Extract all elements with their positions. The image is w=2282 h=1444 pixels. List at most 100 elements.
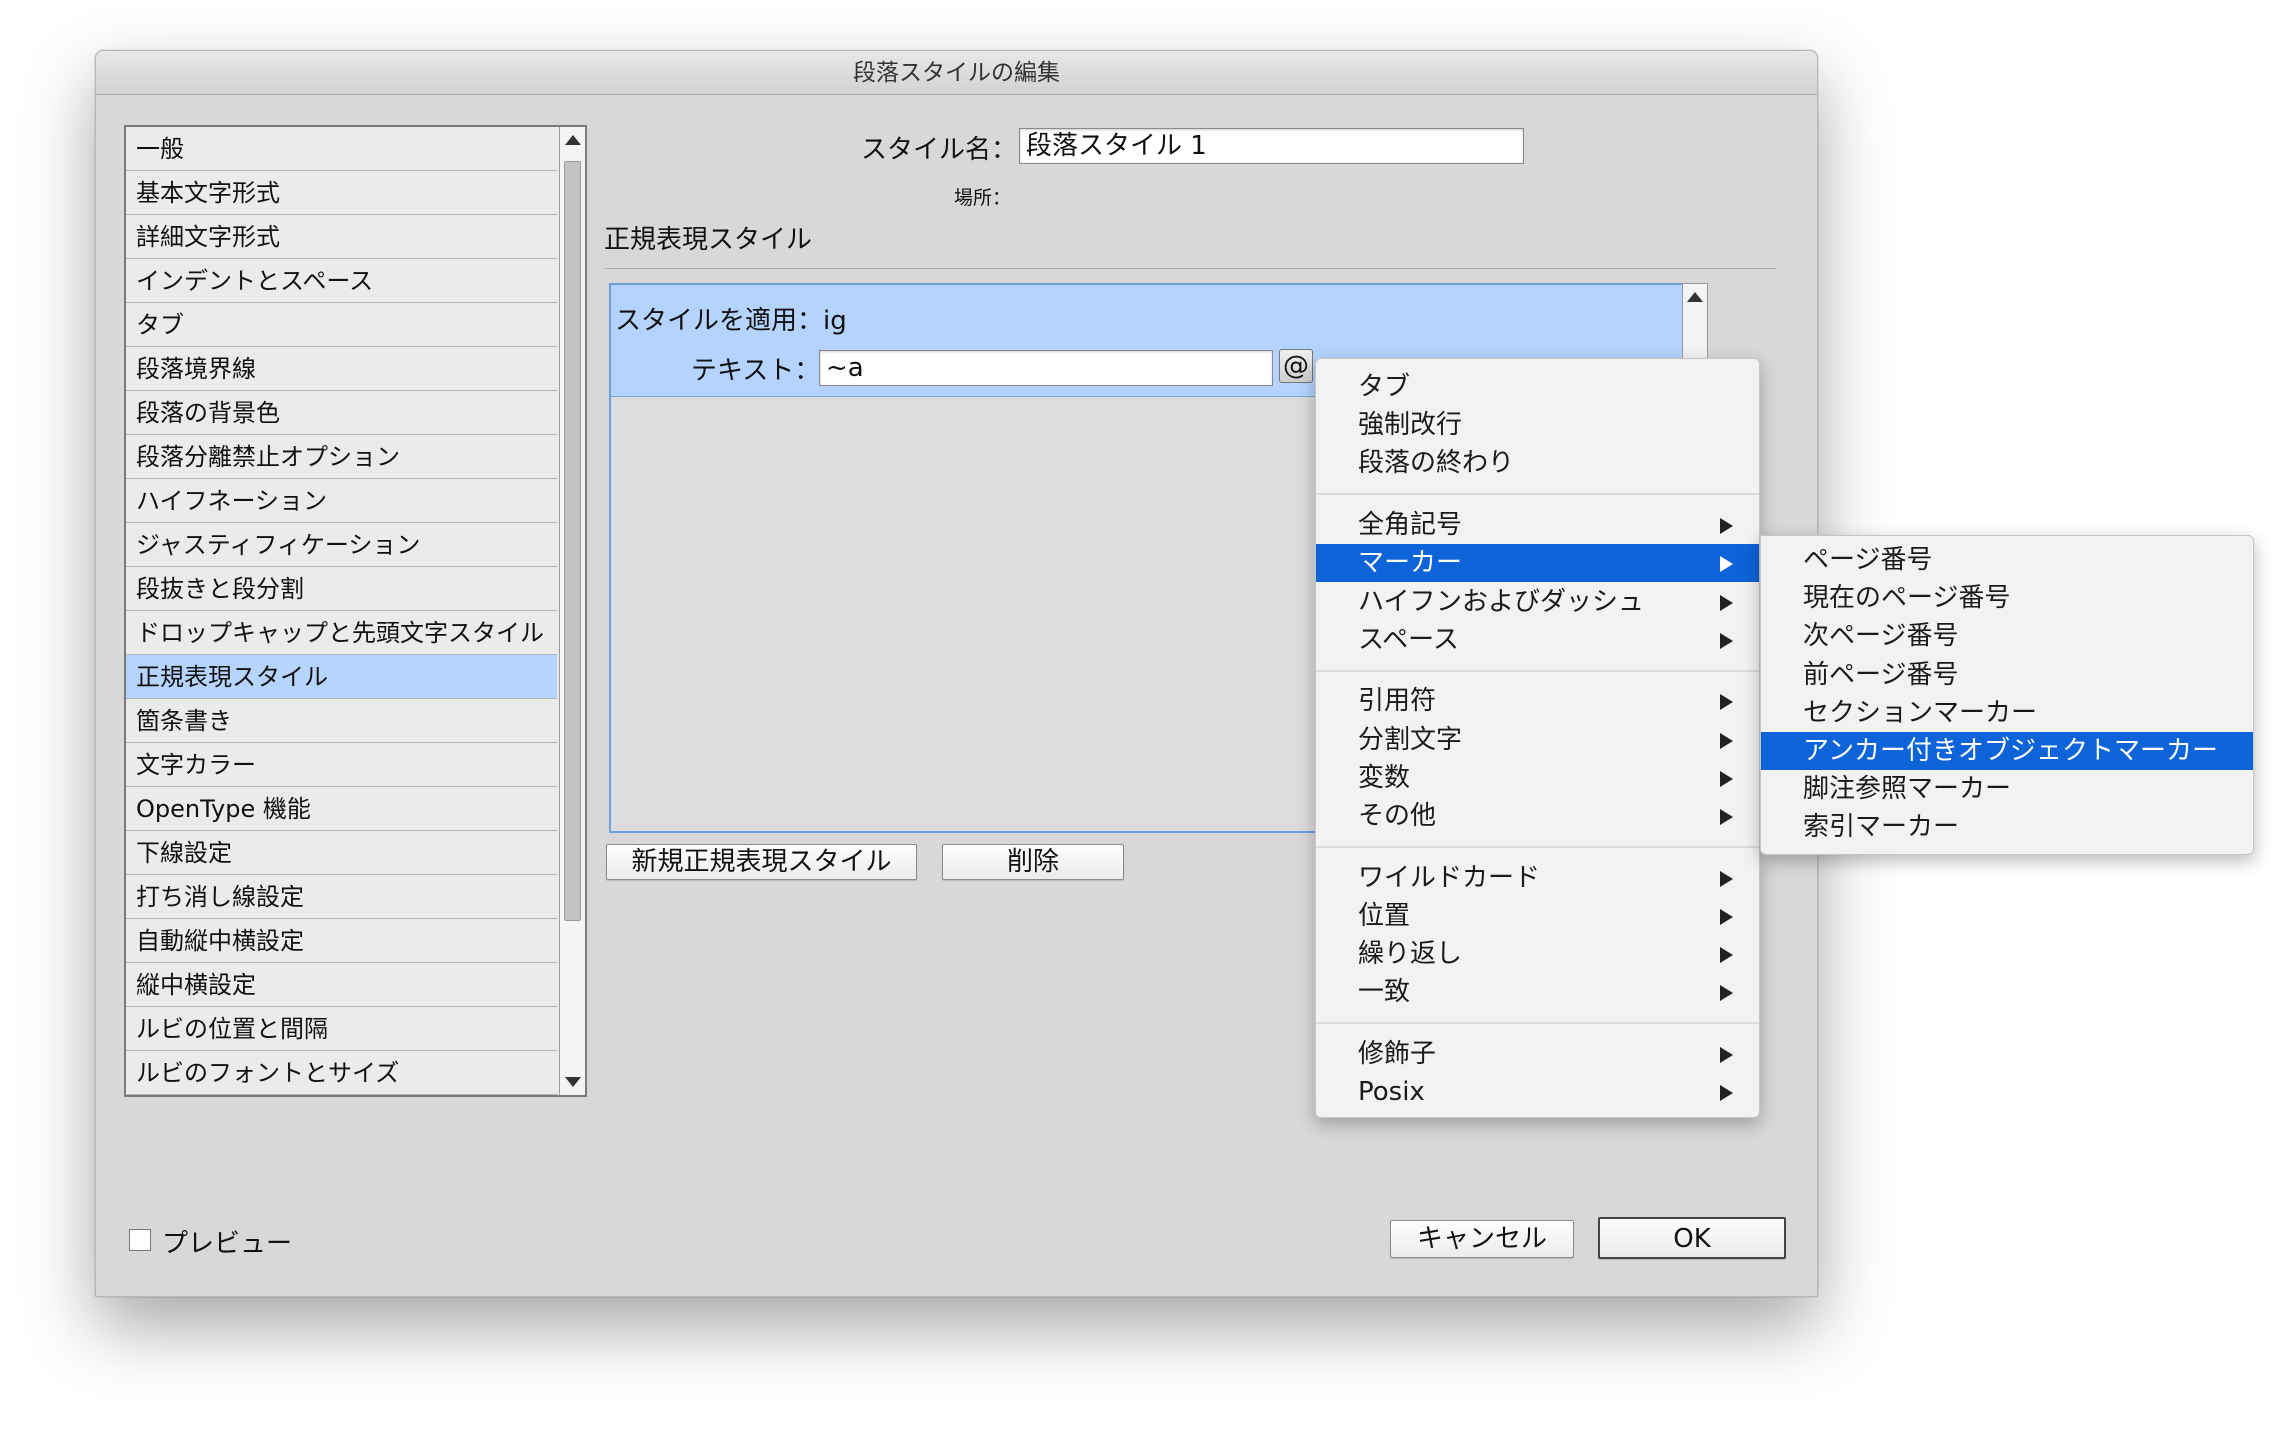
submenu-item[interactable]: 前ページ番号 <box>1761 656 2253 694</box>
menu-item[interactable]: ワイルドカード <box>1316 859 1759 897</box>
submenu-item[interactable]: セクションマーカー <box>1761 694 2253 732</box>
menu-item-label: Posix <box>1358 1077 1425 1108</box>
menu-item-label: 強制改行 <box>1358 410 1463 441</box>
category-item[interactable]: ハイフネーション <box>126 479 557 523</box>
submenu-arrow-icon <box>1720 809 1733 825</box>
category-item[interactable]: 段落の背景色 <box>126 391 557 435</box>
category-item[interactable]: タブ <box>126 303 557 347</box>
submenu-arrow-icon <box>1720 632 1733 649</box>
category-item[interactable]: 正規表現スタイル <box>126 655 557 699</box>
category-item[interactable]: 段落分離禁止オプション <box>126 435 557 479</box>
category-item[interactable]: 詳細文字形式 <box>126 215 557 259</box>
menu-item[interactable]: マーカー <box>1316 544 1759 583</box>
menu-item[interactable]: スペース <box>1316 621 1759 659</box>
category-item[interactable]: ルビの位置と間隔 <box>126 1007 557 1051</box>
scroll-up-arrow-icon[interactable] <box>1687 292 1703 302</box>
submenu-item[interactable]: 次ページ番号 <box>1761 617 2253 655</box>
submenu-arrow-icon <box>1720 770 1733 787</box>
submenu-arrow-icon <box>1720 985 1733 1002</box>
text-label: テキスト： <box>691 356 821 386</box>
category-item[interactable]: 打ち消し線設定 <box>126 875 557 919</box>
grep-text-input[interactable]: ~a <box>819 350 1273 386</box>
menu-item-label: スペース <box>1358 624 1459 655</box>
special-characters-menu: タブ強制改行段落の終わり 全角記号マーカーハイフンおよびダッシュ スペース引用符分割… <box>1315 358 1760 1118</box>
category-list[interactable]: 一般 基本文字形式 詳細文字形式 インデントとスペース タブ 段落境界線 段落の背景色 段落分… <box>124 125 587 1097</box>
category-item[interactable]: 段抜きと段分割 <box>126 567 557 611</box>
category-item[interactable]: 一般 <box>126 127 557 171</box>
submenu-arrow-icon <box>1720 594 1733 611</box>
menu-item-label: マーカー <box>1358 548 1463 579</box>
submenu-arrow-icon <box>1720 694 1733 711</box>
submenu-item[interactable]: アンカー付きオブジェクトマーカー <box>1761 732 2253 770</box>
menu-item-label: 修飾子 <box>1358 1039 1437 1069</box>
submenu-item[interactable]: 現在のページ番号 <box>1761 579 2253 617</box>
category-item[interactable]: インデントとスペース <box>126 259 557 303</box>
submenu-item[interactable]: 索引マーカー <box>1761 808 2253 846</box>
category-item[interactable]: 縦中横設定 <box>126 963 557 1007</box>
submenu-item[interactable]: 脚注参照マーカー <box>1761 770 2253 808</box>
menu-item[interactable]: 強制改行 <box>1316 406 1759 444</box>
menu-item[interactable]: ハイフンおよびダッシュ <box>1316 583 1759 621</box>
delete-button[interactable]: 削除 <box>942 844 1124 880</box>
menu-item[interactable]: 繰り返し <box>1316 935 1759 973</box>
menu-item[interactable]: 段落の終わり <box>1316 444 1759 482</box>
new-grep-style-button[interactable]: 新規正規表現スタイル <box>606 844 917 880</box>
menu-item-label: 一致 <box>1358 977 1411 1008</box>
menu-item[interactable]: 修飾子 <box>1316 1035 1759 1073</box>
menu-item-label: 全角記号 <box>1358 510 1463 541</box>
menu-item-label: 引用符 <box>1358 686 1437 717</box>
category-item[interactable]: OpenType 機能 <box>126 787 557 831</box>
menu-item-label: 段落の終わり <box>1358 448 1515 479</box>
cancel-button[interactable]: キャンセル <box>1390 1220 1574 1258</box>
menu-item[interactable]: 全角記号 <box>1316 506 1759 544</box>
menu-separator <box>1316 845 1759 848</box>
category-item[interactable]: 基本文字形式 <box>126 171 557 215</box>
scroll-up-arrow-icon[interactable] <box>565 135 581 145</box>
menu-item[interactable]: 変数 <box>1316 759 1759 797</box>
submenu-arrow-icon <box>1720 732 1733 749</box>
scroll-thumb[interactable] <box>564 161 581 921</box>
submenu-item[interactable]: ページ番号 <box>1761 541 2253 579</box>
menu-item-label: ワイルドカード <box>1358 862 1541 893</box>
menu-item[interactable]: 一致 <box>1316 973 1759 1011</box>
category-scrollbar[interactable] <box>559 127 585 1095</box>
submenu-arrow-icon <box>1720 947 1733 964</box>
ok-button[interactable]: OK <box>1598 1217 1786 1259</box>
section-divider <box>604 268 1776 269</box>
menu-item[interactable]: 位置 <box>1316 897 1759 935</box>
marker-submenu: ページ番号 現在のページ番号 次ページ番号 前ページ番号 セクションマーカー アンカー付き… <box>1760 535 2254 855</box>
style-name-label: スタイル名： <box>861 135 1018 165</box>
category-item[interactable]: 段落境界線 <box>126 347 557 391</box>
submenu-arrow-icon <box>1720 556 1733 573</box>
category-item[interactable]: 自動縦中横設定 <box>126 919 557 963</box>
menu-item-label: 繰り返し <box>1358 939 1463 970</box>
style-name-input[interactable]: 段落スタイル 1 <box>1019 128 1524 164</box>
menu-item[interactable]: その他 <box>1316 797 1759 835</box>
preview-checkbox[interactable] <box>129 1229 151 1251</box>
submenu-arrow-icon <box>1720 1047 1733 1063</box>
window-title: 段落スタイルの編集 <box>96 51 1817 95</box>
submenu-arrow-icon <box>1720 870 1733 887</box>
menu-separator <box>1316 669 1759 672</box>
menu-item[interactable]: Posix <box>1316 1073 1759 1111</box>
menu-separator <box>1316 493 1759 496</box>
category-item[interactable]: 箇条書き <box>126 699 557 743</box>
menu-item-label: 変数 <box>1358 762 1411 793</box>
menu-item-label: タブ <box>1358 372 1411 402</box>
category-item[interactable]: 文字カラー <box>126 743 557 787</box>
category-item[interactable]: ルビのフォントとサイズ <box>126 1051 557 1095</box>
location-label: 場所： <box>954 187 1012 209</box>
category-item[interactable]: ドロップキャップと先頭文字スタイル <box>126 611 557 655</box>
special-characters-button[interactable]: @ <box>1279 349 1313 383</box>
preview-label: プレビュー <box>162 1229 293 1259</box>
menu-item[interactable]: タブ <box>1316 368 1759 406</box>
menu-item[interactable]: 引用符 <box>1316 682 1759 720</box>
menu-separator <box>1316 1022 1759 1025</box>
section-title: 正規表現スタイル <box>604 225 813 255</box>
scroll-down-arrow-icon[interactable] <box>565 1077 581 1087</box>
apply-style-label: スタイルを適用：ig <box>615 306 847 336</box>
menu-item[interactable]: 分割文字 <box>1316 721 1759 759</box>
category-item[interactable]: 下線設定 <box>126 831 557 875</box>
menu-item-label: ハイフンおよびダッシュ <box>1358 586 1645 617</box>
category-item[interactable]: ジャスティフィケーション <box>126 523 557 567</box>
